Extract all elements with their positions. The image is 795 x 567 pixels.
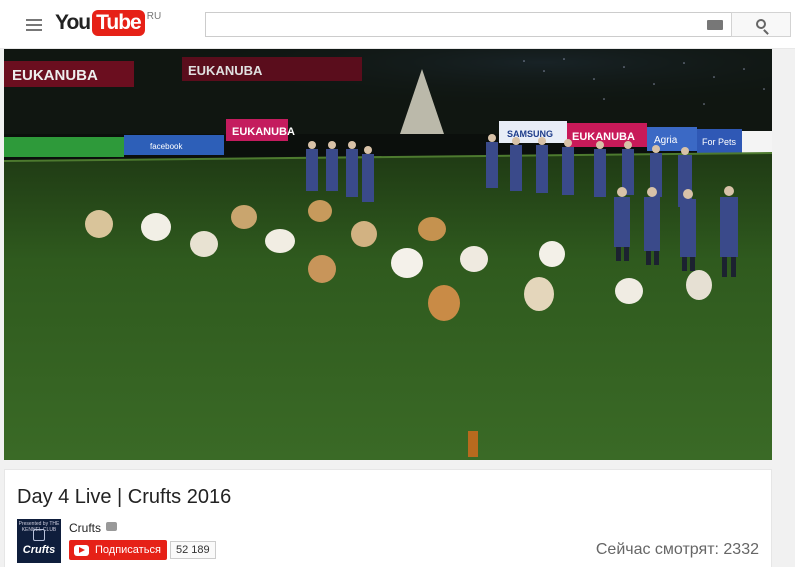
menu-icon-bar <box>26 19 42 21</box>
live-viewer-count: Сейчас смотрят: 2332 <box>595 541 759 558</box>
logo-you-text: You <box>55 11 91 34</box>
arena-banner-text: EUKANUBA <box>188 63 263 78</box>
arena-banner-text: EUKANUBA <box>12 67 98 84</box>
guide-menu-button[interactable] <box>24 16 44 32</box>
subscribe-button[interactable]: Подписаться <box>69 540 167 560</box>
youtube-logo[interactable]: You Tube RU <box>55 10 161 36</box>
subscribe-label: Подписаться <box>95 544 161 556</box>
arena-banner-text: Agria <box>654 135 678 146</box>
arena-banner-text: SAMSUNG <box>507 129 553 139</box>
kennel-club-crest-icon <box>33 529 45 541</box>
channel-name-link[interactable]: Crufts <box>69 521 101 535</box>
channel-avatar[interactable]: Presented by THE KENNEL CLUB Crufts <box>17 519 61 563</box>
arena-banner-text: EUKANUBA <box>232 126 295 138</box>
right-rail <box>772 49 795 567</box>
video-title: Day 4 Live | Crufts 2016 <box>17 486 232 508</box>
search-box <box>205 12 731 37</box>
menu-icon-bar <box>26 29 42 31</box>
masthead: You Tube RU <box>0 0 795 49</box>
arena-banner-text: For Pets <box>702 137 737 147</box>
menu-icon-bar <box>26 24 42 26</box>
verified-icon <box>106 522 117 531</box>
subscriber-count: 52 189 <box>170 541 216 559</box>
youtube-play-icon <box>74 544 89 556</box>
video-player[interactable]: EUKANUBA EUKANUBA facebook EUKANUBA SAMS… <box>4 49 772 460</box>
arena-banner-text: facebook <box>150 142 183 151</box>
arena-banner-text: EUKANUBA <box>572 131 635 143</box>
logo-region-label: RU <box>146 11 162 22</box>
keyboard-icon[interactable] <box>707 20 723 30</box>
video-info-card: Day 4 Live | Crufts 2016 Presented by TH… <box>4 469 772 567</box>
search-icon <box>756 19 766 29</box>
avatar-brand-text: Crufts <box>22 544 56 556</box>
logo-tube-text: Tube <box>92 10 145 36</box>
video-frame: EUKANUBA EUKANUBA facebook EUKANUBA SAMS… <box>4 49 772 460</box>
search-input[interactable] <box>206 13 731 36</box>
search-button[interactable] <box>731 12 791 37</box>
